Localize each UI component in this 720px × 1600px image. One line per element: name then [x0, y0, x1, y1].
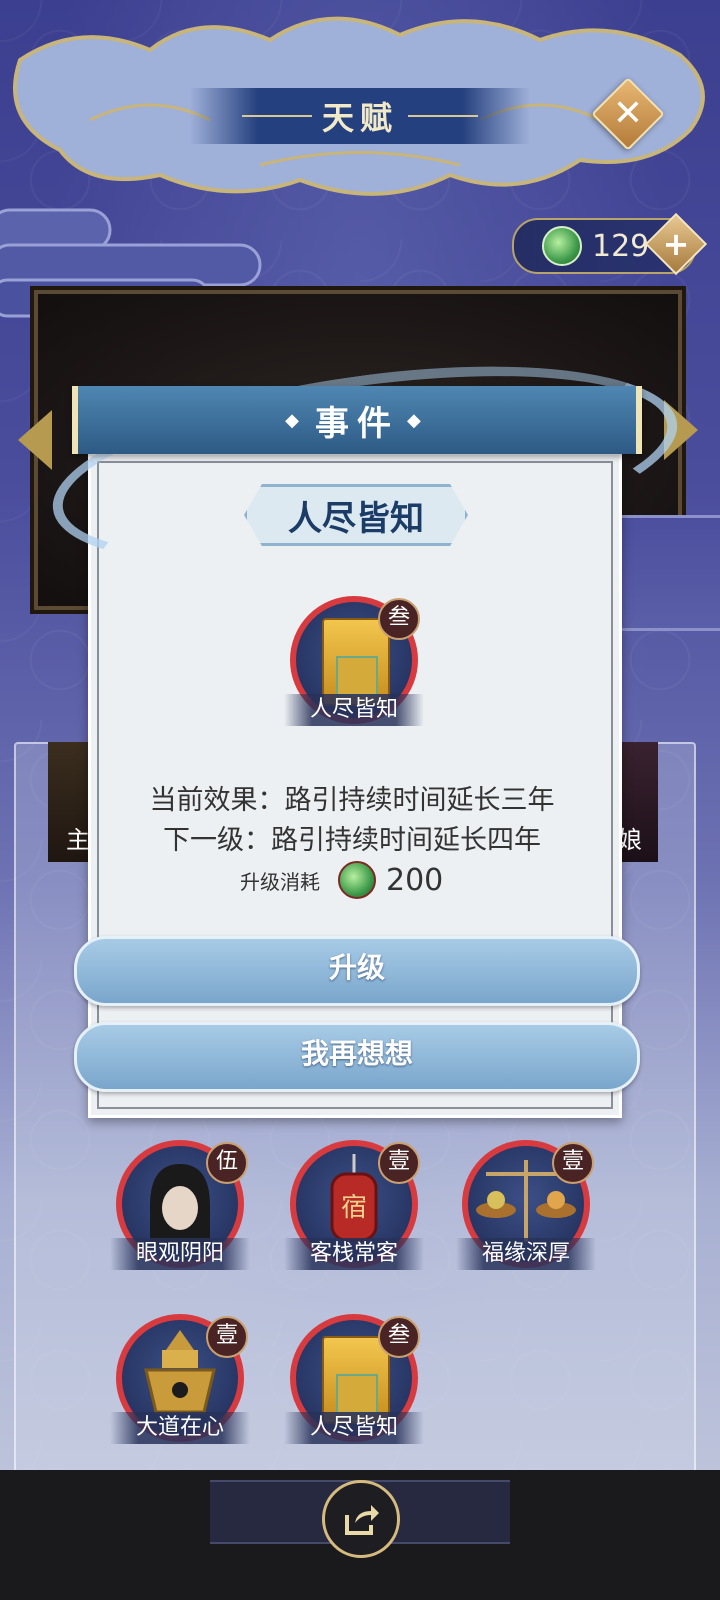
title-divider-right	[408, 115, 478, 117]
talent-label: 人尽皆知	[284, 1412, 424, 1444]
upgrade-button[interactable]: 升级	[74, 936, 640, 1006]
share-button[interactable]	[322, 1480, 400, 1558]
upgrade-cost: 升级消耗 200	[240, 860, 480, 900]
cancel-button[interactable]: 我再想想	[74, 1022, 640, 1092]
currency-amount: 129	[592, 228, 650, 264]
talent-level-badge: 壹	[206, 1316, 248, 1358]
cost-label: 升级消耗	[240, 869, 320, 894]
talent-level-badge: 壹	[552, 1142, 594, 1184]
seal-tablet-icon	[322, 618, 390, 706]
seal-stamp	[336, 656, 378, 696]
close-icon: ✕	[612, 93, 644, 134]
header-dot-left: ◆	[285, 409, 307, 431]
plus-icon: +	[662, 225, 690, 263]
jade-coin-icon	[542, 226, 582, 266]
talent-label: 福缘深厚	[456, 1238, 596, 1270]
next-level-effect-text: 下一级：路引持续时间延长四年	[163, 825, 541, 856]
talent-level-badge: 壹	[378, 1142, 420, 1184]
page-title: 天赋	[321, 99, 398, 137]
seal-tablet-icon	[322, 1336, 390, 1424]
partial-card-left: 主	[48, 742, 92, 862]
previous-arrow-icon[interactable]	[18, 410, 52, 470]
page-title-banner: 天赋	[190, 88, 530, 144]
add-currency-button[interactable]: +	[644, 212, 708, 276]
right-cloud-decoration	[620, 515, 720, 631]
item-level-badge: 叁	[378, 598, 420, 640]
currency-display: 129 +	[512, 212, 708, 276]
dialog-header: ◆ 事件 ◆	[72, 386, 642, 454]
dialog-title: 事件	[315, 403, 399, 444]
current-effect-text: 当前效果：路引持续时间延长三年	[149, 785, 555, 816]
title-divider-left	[241, 115, 312, 117]
talent-label: 客栈常客	[284, 1238, 424, 1270]
svg-text:宿: 宿	[341, 1193, 367, 1223]
cost-value: 200	[386, 862, 444, 898]
jade-coin-icon	[338, 861, 376, 899]
item-name-plaque: 人尽皆知	[244, 484, 468, 546]
talent-label: 眼观阴阳	[110, 1238, 250, 1270]
item-icon-label: 人尽皆知	[284, 694, 424, 726]
seal-stamp	[336, 1374, 378, 1414]
header-dot-right: ◆	[407, 409, 429, 431]
talent-level-badge: 伍	[206, 1142, 248, 1184]
talent-label: 大道在心	[110, 1412, 250, 1444]
share-icon	[345, 1505, 379, 1535]
talent-level-badge: 叁	[378, 1316, 420, 1358]
